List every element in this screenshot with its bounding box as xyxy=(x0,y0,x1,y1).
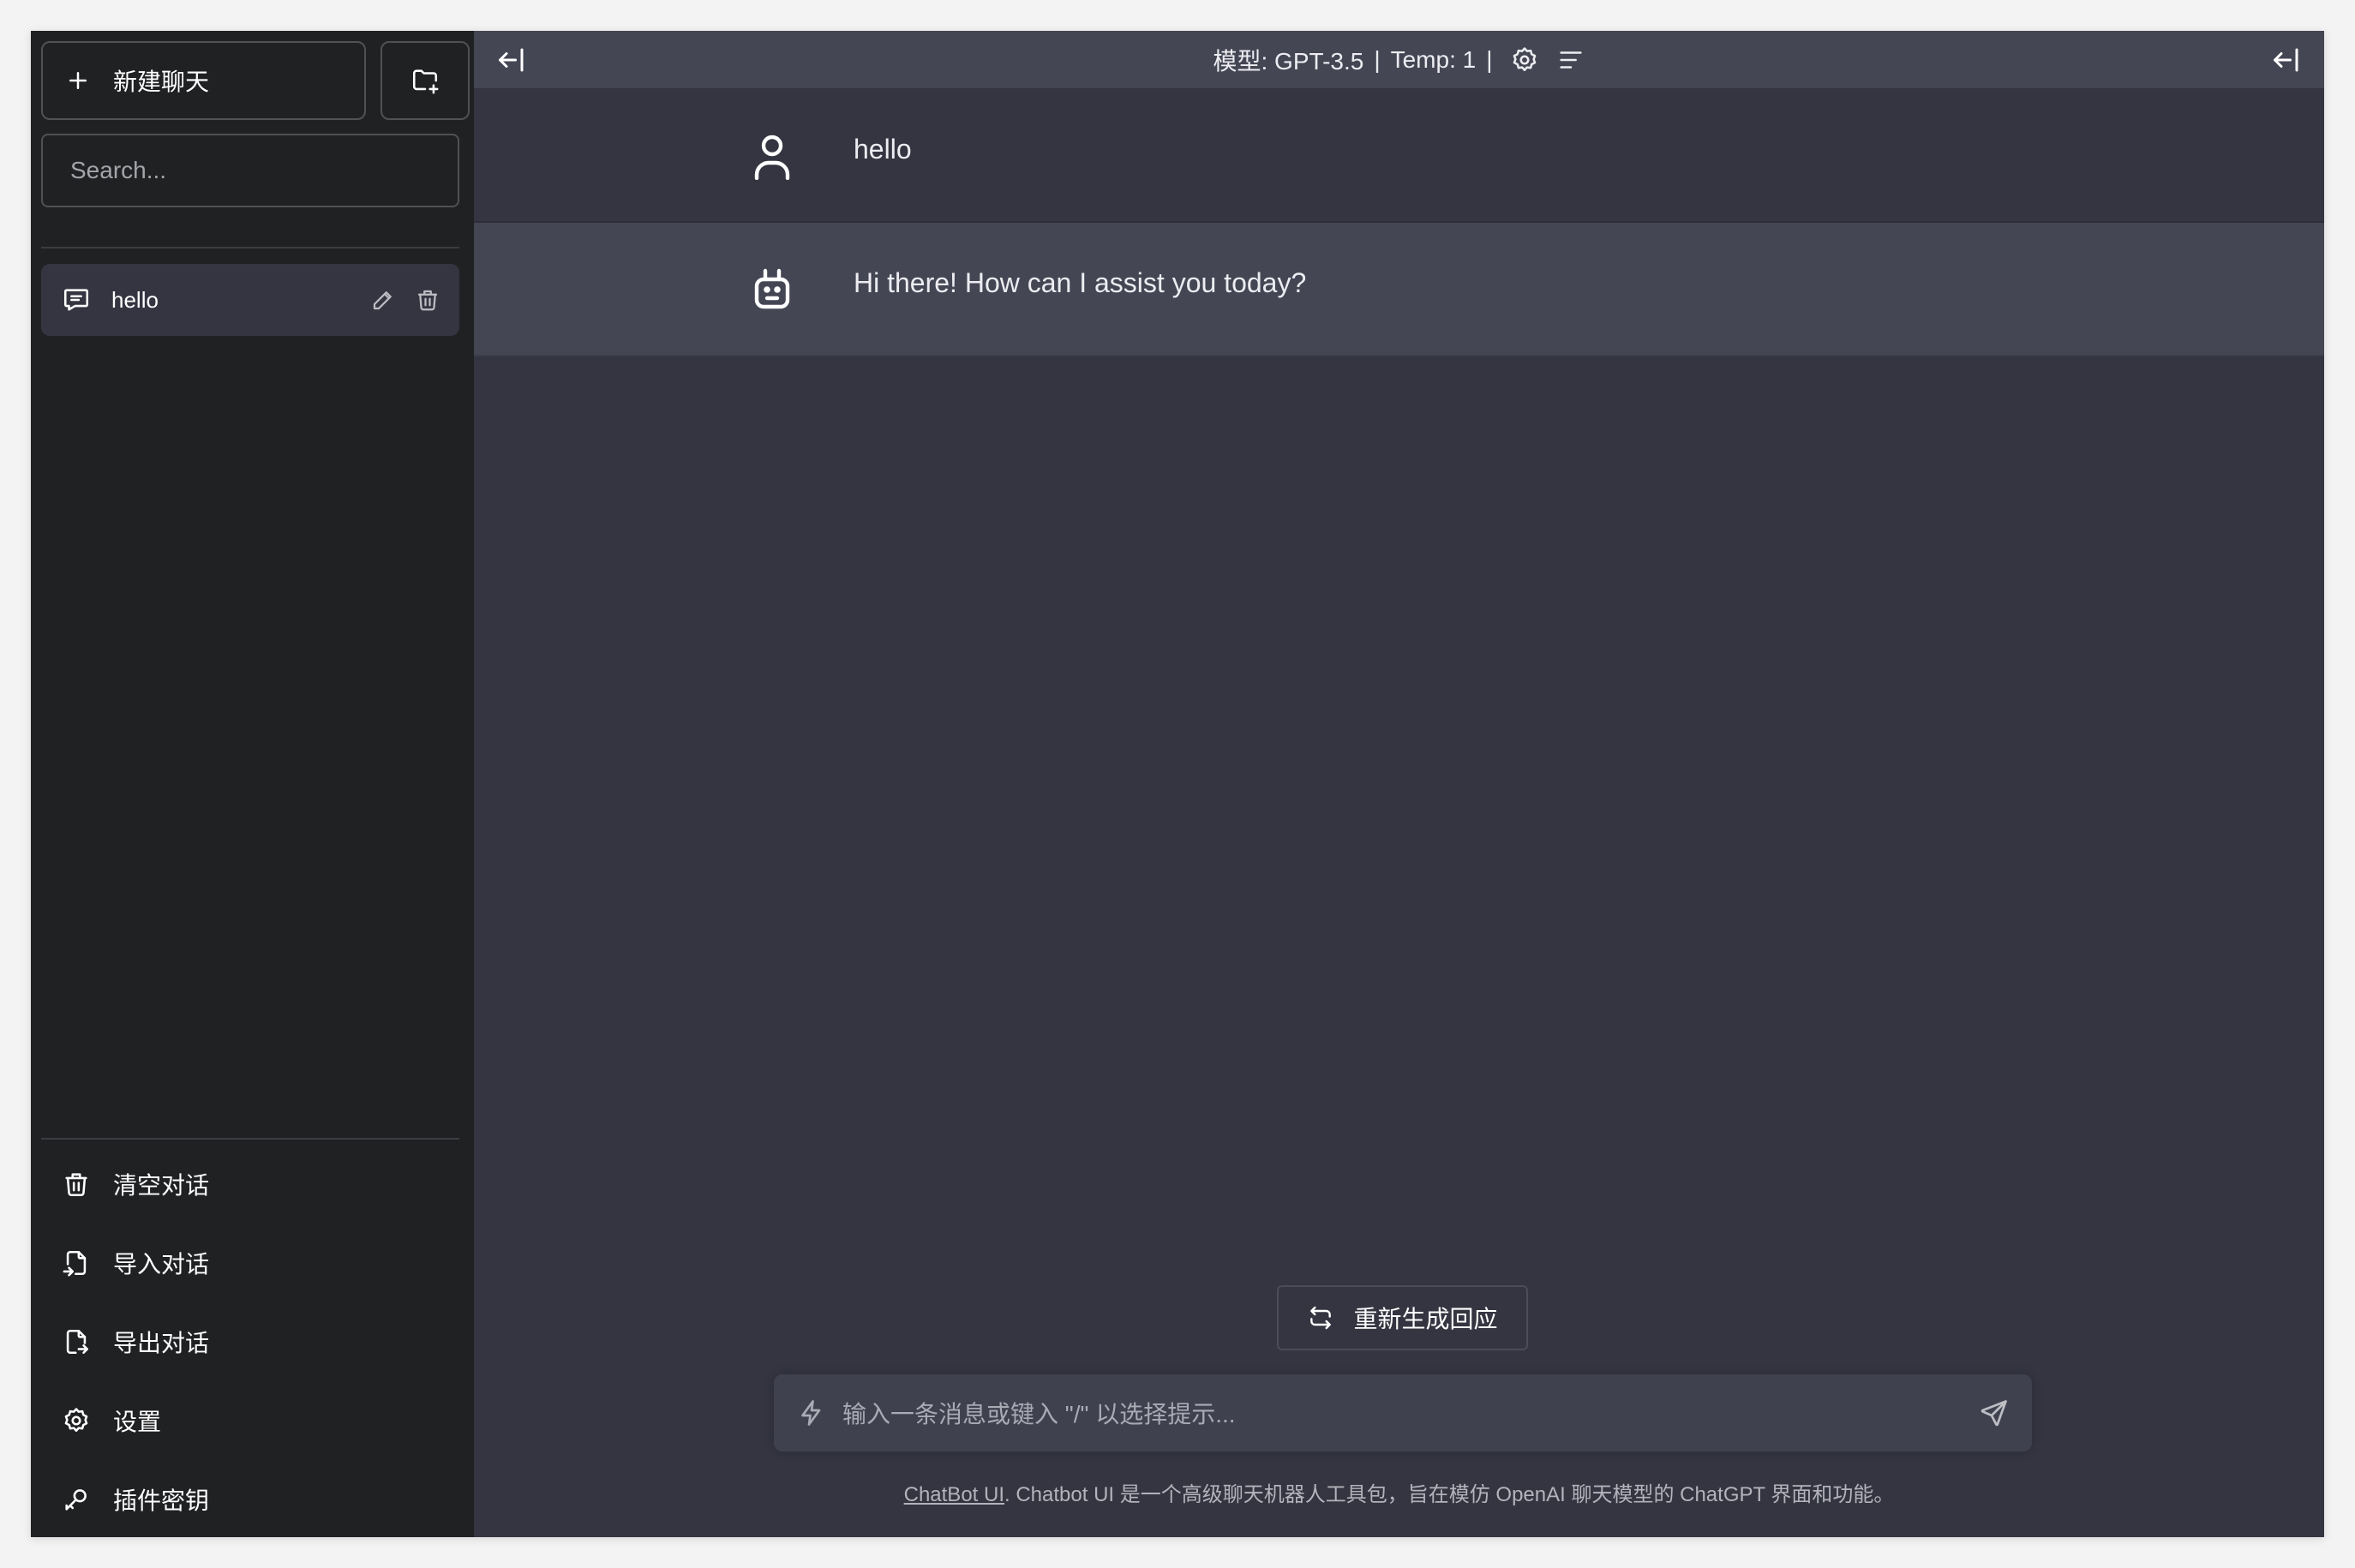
import-conversations-button[interactable]: 导入对话 xyxy=(41,1224,459,1302)
model-label: 模型: GPT-3.5 xyxy=(1213,47,1364,75)
clear-lines-icon[interactable] xyxy=(1556,45,1585,75)
trash-icon[interactable] xyxy=(415,287,440,313)
settings-icon[interactable] xyxy=(1510,45,1539,75)
chat-main: 模型: GPT-3.5 | Temp: 1 | hello Hi there! … xyxy=(474,31,2324,1537)
footer: ChatBot UI. Chatbot UI 是一个高级聊天机器人工具包，旨在模… xyxy=(474,1477,2324,1507)
conversation-title: hello xyxy=(111,286,159,313)
sidebar-divider xyxy=(41,247,459,248)
settings-icon xyxy=(64,1408,88,1433)
message-text: Hi there! How can I assist you today? xyxy=(854,267,1307,298)
pencil-icon[interactable] xyxy=(370,287,396,313)
regenerate-button[interactable]: 重新生成回应 xyxy=(1277,1285,1528,1350)
menu-label: 设置 xyxy=(113,1409,162,1435)
sidebar-bottom-divider xyxy=(41,1138,459,1140)
chatbot-ui-link[interactable]: ChatBot UI xyxy=(904,1483,1004,1506)
app-window: 新建聊天 hello 清空对话 导入对话 导出对话 xyxy=(31,31,2324,1537)
new-chat-label: 新建聊天 xyxy=(113,69,210,95)
regenerate-label: 重新生成回应 xyxy=(1353,1306,1498,1332)
robot-icon xyxy=(754,268,790,309)
conversation-item[interactable]: hello xyxy=(41,264,459,336)
user-icon xyxy=(754,135,790,180)
bolt-icon[interactable] xyxy=(796,1397,827,1428)
plugin-keys-button[interactable]: 插件密钥 xyxy=(41,1460,459,1537)
settings-button[interactable]: 设置 xyxy=(41,1381,459,1460)
clear-conversations-button[interactable]: 清空对话 xyxy=(41,1145,459,1224)
menu-label: 导入对话 xyxy=(113,1251,210,1278)
file-export-icon xyxy=(66,1329,89,1355)
collapse-sidebar-icon[interactable] xyxy=(494,45,529,75)
new-chat-button[interactable]: 新建聊天 xyxy=(41,41,366,120)
assistant-message: Hi there! How can I assist you today? xyxy=(474,223,2324,356)
message-icon xyxy=(63,289,89,311)
new-folder-button[interactable] xyxy=(381,41,470,120)
folder-plus-icon xyxy=(412,69,439,94)
footer-text: . Chatbot UI 是一个高级聊天机器人工具包，旨在模仿 OpenAI 聊… xyxy=(1004,1483,1895,1506)
trash-icon xyxy=(65,1173,87,1197)
search-input[interactable] xyxy=(41,134,459,207)
collapse-right-panel-icon[interactable] xyxy=(2269,45,2304,75)
temperature-label: Temp: 1 xyxy=(1390,45,1477,73)
message-text: hello xyxy=(854,134,912,165)
menu-label: 插件密钥 xyxy=(113,1487,210,1514)
plus-icon xyxy=(69,72,87,89)
user-message: hello xyxy=(474,89,2324,223)
send-icon[interactable] xyxy=(1979,1397,2010,1428)
message-input-container: 输入一条消息或键入 "/" 以选择提示... xyxy=(774,1374,2032,1451)
message-input[interactable]: 输入一条消息或键入 "/" 以选择提示... xyxy=(842,1374,1979,1451)
menu-label: 导出对话 xyxy=(113,1330,210,1356)
chat-header: 模型: GPT-3.5 | Temp: 1 | xyxy=(474,31,2324,89)
header-separator: | xyxy=(1486,45,1493,73)
export-conversations-button[interactable]: 导出对话 xyxy=(41,1302,459,1381)
header-separator: | xyxy=(1374,45,1381,73)
sidebar: 新建聊天 hello 清空对话 导入对话 导出对话 xyxy=(31,31,474,1537)
file-import-icon xyxy=(63,1250,87,1277)
refresh-icon xyxy=(1310,1306,1332,1330)
menu-label: 清空对话 xyxy=(113,1172,210,1199)
key-icon xyxy=(65,1489,87,1511)
sidebar-menu: 清空对话 导入对话 导出对话 设置 插件密钥 xyxy=(41,1145,459,1537)
